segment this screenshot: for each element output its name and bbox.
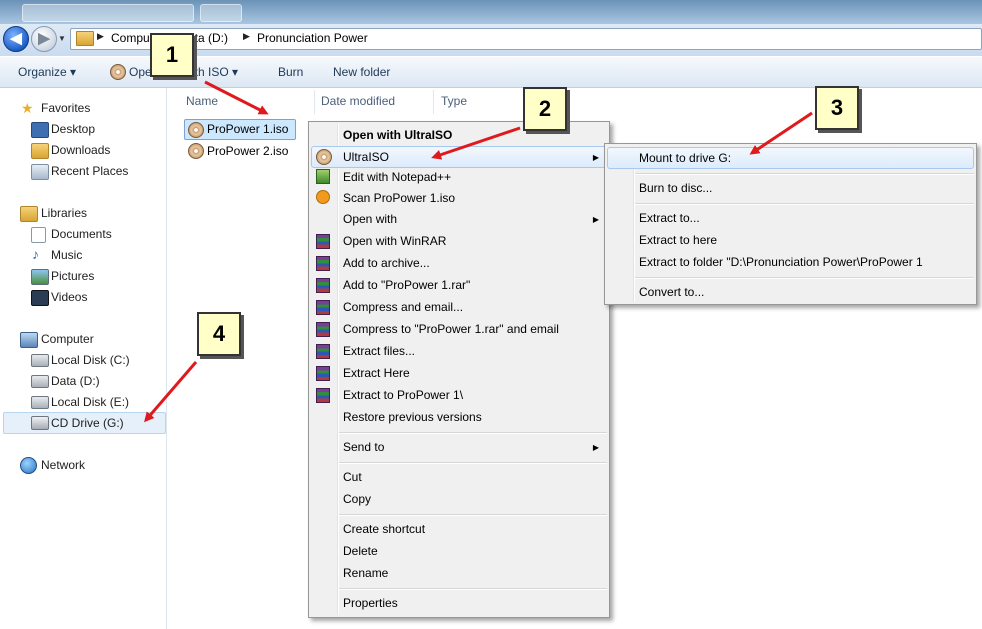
arrow-3 xyxy=(749,111,813,155)
arrow-4 xyxy=(144,361,198,423)
callout-3: 3 xyxy=(815,86,859,130)
arrow-2 xyxy=(431,126,521,160)
callout-4: 4 xyxy=(197,312,241,356)
arrow-1 xyxy=(204,80,269,115)
callout-2: 2 xyxy=(523,87,567,131)
callout-1: 1 xyxy=(150,33,194,77)
